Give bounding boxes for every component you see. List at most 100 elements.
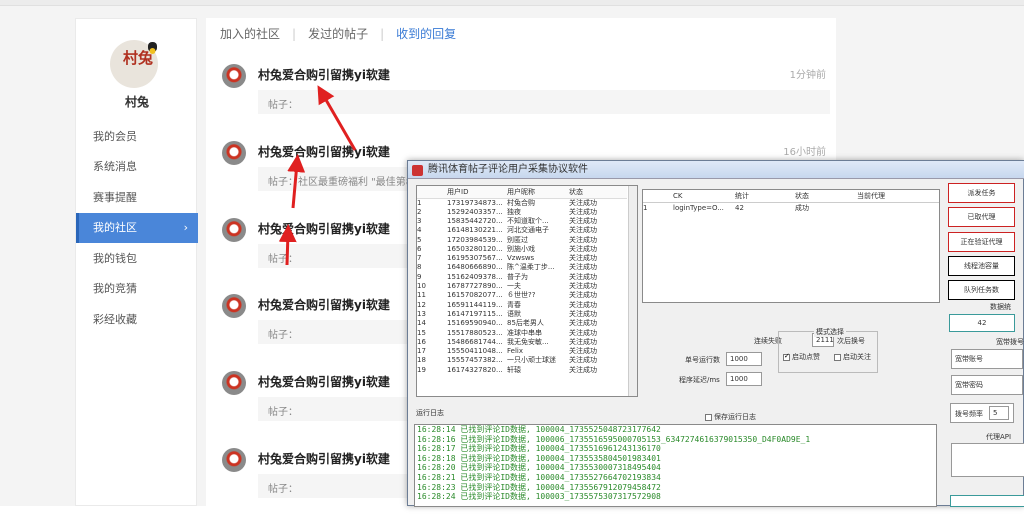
table-cell: 15550411048...	[447, 347, 503, 356]
dispatch-task-button[interactable]: 派发任务	[948, 183, 1015, 203]
table-row[interactable]: 8 16480666890... 陈^温柔丁步... 关注成功	[417, 263, 627, 272]
avatar[interactable]	[222, 294, 246, 318]
bottom-field[interactable]	[950, 495, 1024, 507]
table-cell: 关注成功	[569, 198, 597, 207]
table-cell: Vzwsws	[507, 254, 535, 263]
sidebar: 村兔 村兔 我的会员 系统消息 赛事提醒 我的社区 › 我的钱包 我的竞猜 彩经收…	[75, 18, 198, 506]
logo-text-1: 村兔	[123, 49, 153, 67]
table-cell: 关注成功	[569, 337, 597, 346]
table-row[interactable]: 13 16147197115... 语默 关注成功	[417, 310, 627, 319]
table-row[interactable]: 1 17319734873... 村兔合购 关注成功	[417, 198, 627, 208]
verifying-proxy-button[interactable]: 正在验证代理	[948, 232, 1015, 252]
single-run-input[interactable]: 1000	[726, 352, 762, 366]
proxy-api-input[interactable]	[951, 443, 1024, 477]
post-title[interactable]: 村兔爱合购引留携yi软建	[258, 450, 390, 467]
post-reply[interactable]: 帖子：	[258, 90, 830, 114]
col-header	[643, 190, 673, 203]
table-cell: 我无免安敏...	[507, 337, 549, 346]
delay-input[interactable]: 1000	[726, 372, 762, 386]
sidebar-item-favorites[interactable]: 彩经收藏	[76, 305, 198, 335]
table-row[interactable]: 9 15162409378... 普子为 关注成功	[417, 273, 627, 282]
tab-joined-community[interactable]: 加入的社区	[220, 25, 292, 42]
sidebar-item-match-reminders[interactable]: 赛事提醒	[76, 183, 198, 213]
avatar[interactable]	[222, 141, 246, 165]
sidebar-item-members[interactable]: 我的会员	[76, 122, 198, 152]
table-cell: 10	[417, 282, 426, 291]
table-cell	[857, 202, 939, 213]
like-label: 启动点赞	[792, 353, 820, 361]
tab-my-posts[interactable]: 发过的帖子	[308, 25, 380, 42]
like-checkbox[interactable]: 启动点赞	[783, 352, 820, 362]
dial-freq-label: 拨号频率	[955, 410, 983, 418]
table-row[interactable]: 14 15169590940... 85后老男人 关注成功	[417, 319, 627, 328]
avatar[interactable]	[222, 371, 246, 395]
tab-received-replies[interactable]: 收到的回复	[396, 25, 468, 42]
table-row[interactable]: 16 15486681744... 我无免安敏... 关注成功	[417, 338, 627, 347]
table-cell: 15557457382...	[447, 356, 503, 365]
table-row[interactable]: 18 15557457382... 一只小顽士球迷 关注成功	[417, 356, 627, 365]
follow-checkbox[interactable]: 启动关注	[834, 352, 871, 362]
table-row[interactable]: 12 16591144119... 青春 关注成功	[417, 300, 627, 309]
fetched-proxy-button[interactable]: 已取代理	[948, 207, 1015, 227]
table-cell: 别匿过	[507, 235, 528, 244]
table-row[interactable]: 6 16503280120... 别施小戏 关注成功	[417, 245, 627, 254]
post-title[interactable]: 村兔爱合购引留携yi软建	[258, 143, 390, 160]
table-row[interactable]: 1 loginType=O... 42 成功	[643, 202, 939, 213]
log-output[interactable]: 16:28:14 已找到评论ID数据, 100004_1735525048723…	[414, 424, 937, 507]
table-cell: 关注成功	[569, 272, 597, 281]
queue-tasks-button[interactable]: 队列任务数	[948, 280, 1015, 300]
table-cell: 16174327820...	[447, 365, 503, 374]
sidebar-item-messages[interactable]: 系统消息	[76, 152, 198, 182]
table-row[interactable]: 2 15292403357... 独夜 关注成功	[417, 208, 627, 217]
sidebar-item-label: 我的社区	[93, 221, 137, 234]
table-row[interactable]: 3 15835442720... 不知道取个... 关注成功	[417, 217, 627, 226]
post-title[interactable]: 村兔爱合购引留携yi软建	[258, 373, 390, 390]
table-cell: ６世世??	[507, 291, 536, 300]
bb-password-input[interactable]: 宽带密码	[951, 375, 1023, 395]
sidebar-item-wallet[interactable]: 我的钱包	[76, 244, 198, 274]
table-cell: 16787727890...	[447, 282, 503, 291]
window-titlebar[interactable]: 腾讯体育帖子评论用户采集协议软件	[408, 161, 1024, 179]
avatar[interactable]	[222, 218, 246, 242]
proxy-api-label: 代理API	[986, 433, 1012, 441]
post-title[interactable]: 村兔爱合购引留携yi软建	[258, 220, 390, 237]
table-cell: 15162409378...	[447, 272, 503, 281]
table-row[interactable]: 15 15517880523... 准球中串串 关注成功	[417, 328, 627, 337]
table-row[interactable]: 11 16157082077... ６世世?? 关注成功	[417, 291, 627, 300]
table-cell: 18	[417, 356, 426, 365]
table-cell: 15169590940...	[447, 319, 503, 328]
table-row[interactable]: 19 16174327820... 轩辕 关注成功	[417, 366, 627, 375]
table-row[interactable]: 5 17203984539... 别匿过 关注成功	[417, 235, 627, 244]
log-line: 16:28:24 已找到评论ID数据, 100003_1735575307317…	[417, 492, 661, 502]
avatar[interactable]	[222, 448, 246, 472]
dial-freq-group: 拨号频率 5	[950, 403, 1014, 423]
save-log-checkbox[interactable]: 保存运行日志	[705, 412, 756, 422]
scrollbar[interactable]	[628, 186, 637, 396]
table-row[interactable]: 7 16195307567... Vzwsws 关注成功	[417, 254, 627, 263]
tab-divider: |	[292, 27, 297, 41]
table-row[interactable]: 4 16148130221... 河北交通电子 关注成功	[417, 226, 627, 235]
table-cell: 关注成功	[569, 282, 597, 291]
table-cell: 关注成功	[569, 226, 597, 235]
table-row[interactable]: 10 16787727890... 一夫 关注成功	[417, 282, 627, 291]
post-title[interactable]: 村兔爱合购引留携yi软建	[258, 296, 390, 313]
table-cell: 85后老男人	[507, 319, 544, 328]
table-cell: 普子为	[507, 272, 528, 281]
table-cell: 关注成功	[569, 356, 597, 365]
sidebar-item-my-community[interactable]: 我的社区 ›	[76, 213, 198, 243]
sidebar-item-guess[interactable]: 我的竞猜	[76, 274, 198, 304]
sidebar-item-label: 赛事提醒	[93, 191, 137, 204]
dial-freq-input[interactable]: 5	[989, 406, 1009, 420]
table-row[interactable]: 17 15550411048... Felix 关注成功	[417, 347, 627, 356]
user-table[interactable]: 用户ID 用户昵称 状态 1 17319734873... 村兔合购 关注成功 2 152…	[416, 185, 638, 397]
post-title[interactable]: 村兔爱合购引留携yi软建	[258, 66, 390, 83]
log-line: 16:28:18 已找到评论ID数据, 100004_1735535804501…	[417, 453, 661, 463]
avatar[interactable]	[222, 64, 246, 88]
bb-account-input[interactable]: 宽带账号	[951, 349, 1023, 369]
table-cell: 1	[643, 203, 648, 212]
table-cell: 关注成功	[569, 319, 597, 328]
thread-pool-button[interactable]: 线程池容量	[948, 256, 1015, 276]
log-line: 16:28:16 已找到评论ID数据, 100006_1735516595000…	[417, 434, 811, 444]
ck-table[interactable]: CK 统计 状态 当前代理 1 loginType=O... 42 成功	[642, 189, 940, 303]
tab-bar: 加入的社区 | 发过的帖子 | 收到的回复	[220, 25, 468, 45]
